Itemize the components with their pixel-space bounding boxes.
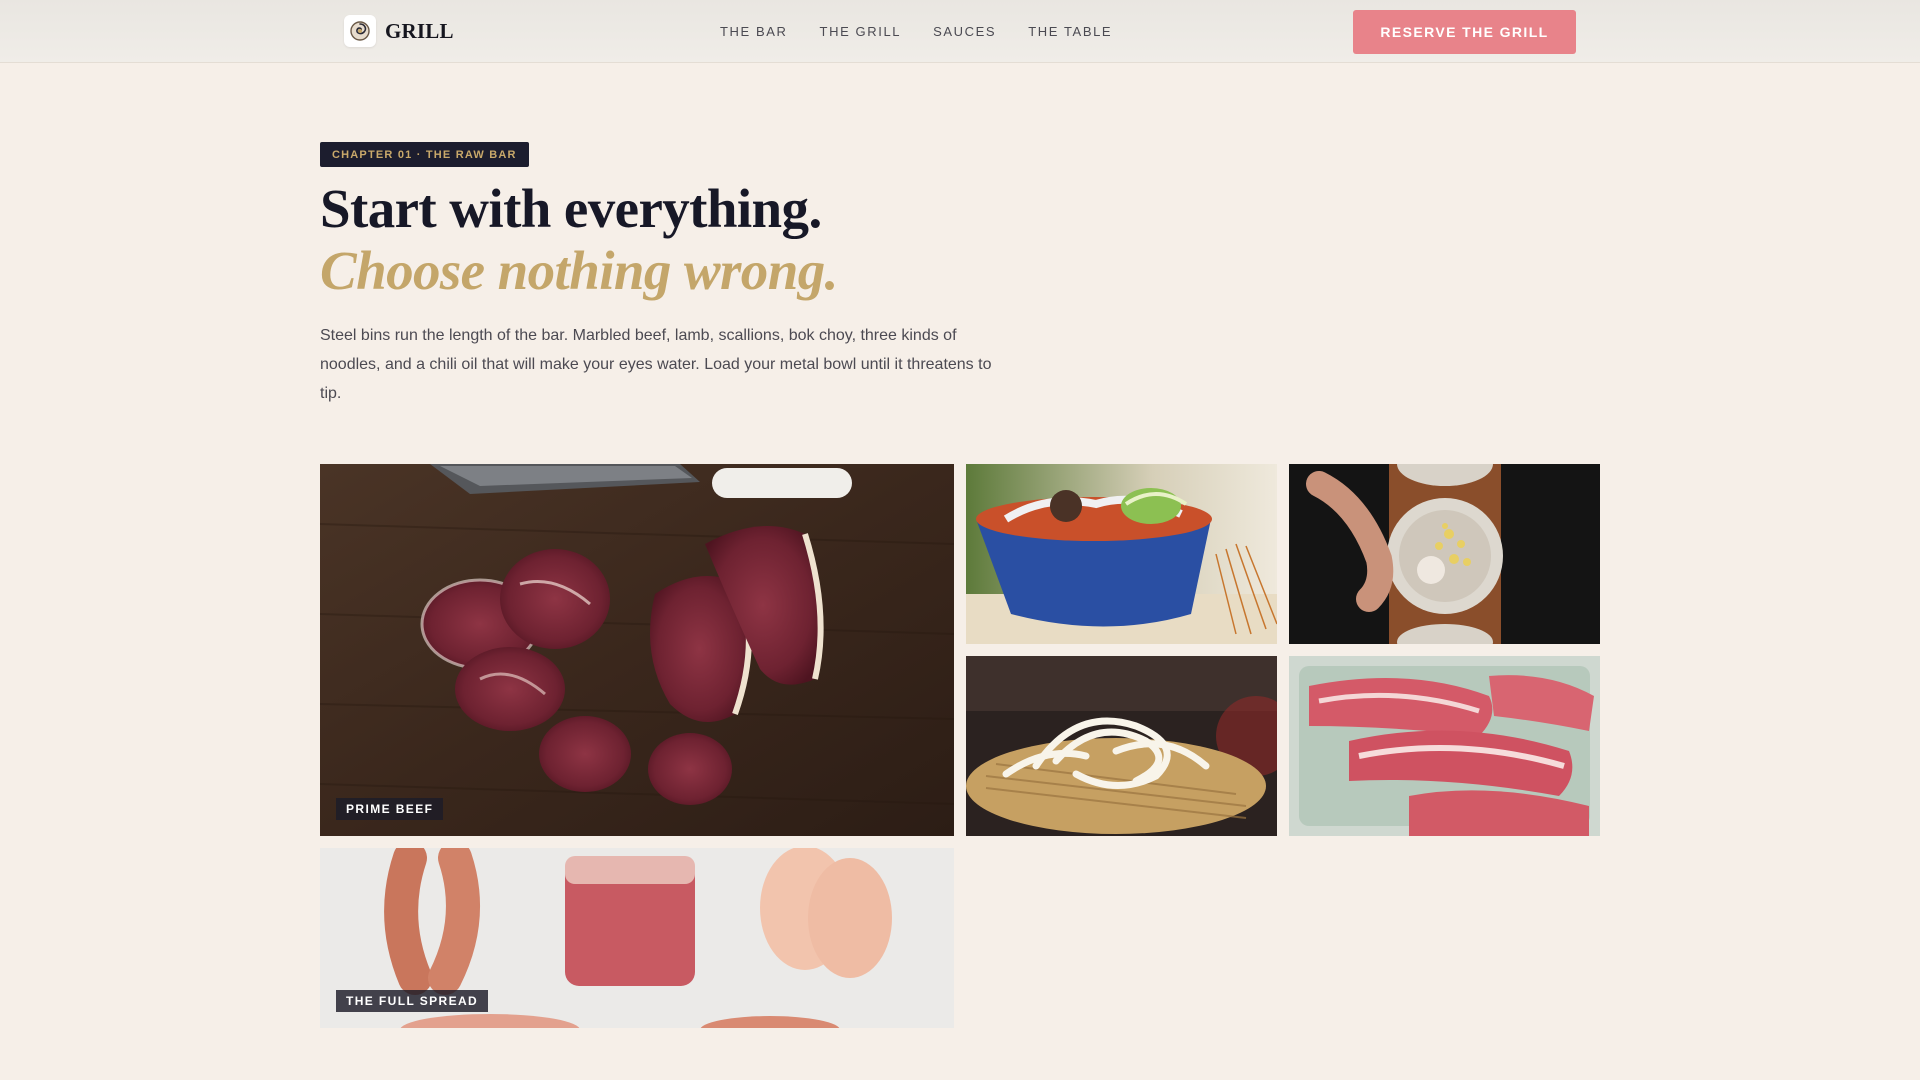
gallery-tile-udon-noodles[interactable] <box>966 656 1277 836</box>
udon-noodles-image <box>966 656 1277 836</box>
intro-paragraph: Steel bins run the length of the bar. Ma… <box>320 327 992 402</box>
reserve-the-grill-button[interactable]: RESERVE THE GRILL <box>1353 10 1576 54</box>
gallery-tile-full-spread[interactable]: THE FULL SPREAD <box>320 848 954 1028</box>
gallery-tile-prime-beef[interactable]: PRIME BEEF <box>320 464 954 836</box>
garlic-plate-image <box>1289 464 1600 644</box>
nav-link-sauces[interactable]: SAUCES <box>933 24 996 39</box>
tile-label-prime-beef: PRIME BEEF <box>336 798 444 820</box>
pork-belly-image <box>1289 656 1600 836</box>
gallery-tile-garlic-plate[interactable] <box>1289 464 1600 644</box>
tile-label-full-spread: THE FULL SPREAD <box>336 990 489 1012</box>
beef-cuts-image <box>320 464 954 836</box>
gallery-tile-noodle-bowl[interactable] <box>966 464 1277 644</box>
nav-link-the-grill[interactable]: THE GRILL <box>820 24 902 39</box>
nav-link-the-bar[interactable]: THE BAR <box>720 24 788 39</box>
swirl-logo-icon <box>344 15 376 47</box>
page-subheadline: Choose nothing wrong. <box>320 240 838 301</box>
brand[interactable]: GRILL <box>344 15 454 47</box>
chapter-badge: CHAPTER 01 · THE RAW BAR <box>320 142 529 167</box>
main-nav: THE BAR THE GRILL SAUCES THE TABLE <box>720 0 1144 63</box>
page-headline: Start with everything. <box>320 178 822 239</box>
brand-name: GRILL <box>385 18 454 43</box>
gallery-tile-pork-belly[interactable] <box>1289 656 1600 836</box>
site-header: GRILL THE BAR THE GRILL SAUCES THE TABLE… <box>0 0 1920 63</box>
nav-link-the-table[interactable]: THE TABLE <box>1028 24 1112 39</box>
noodle-bowl-image <box>966 464 1277 644</box>
